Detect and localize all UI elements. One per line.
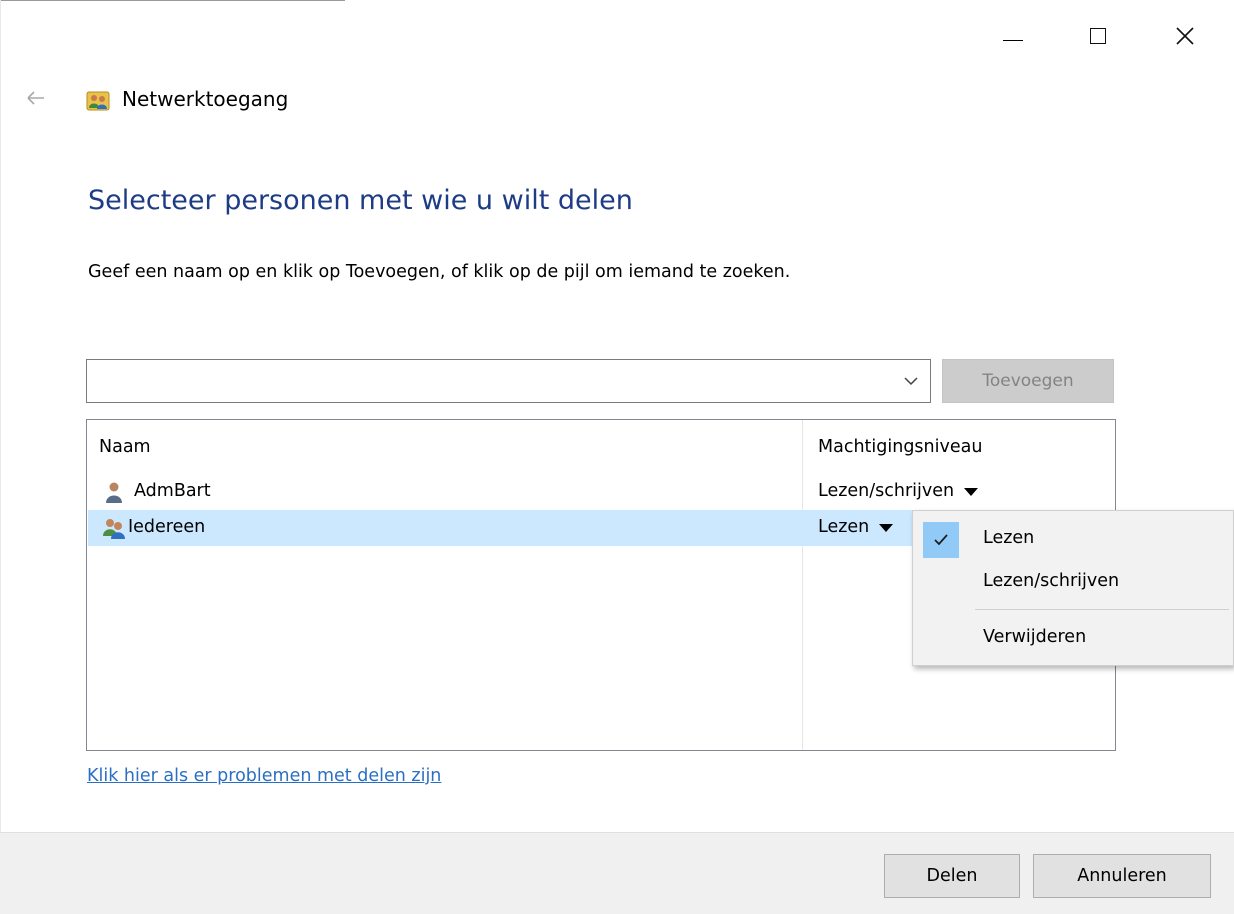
add-button[interactable]: Toevoegen [942,359,1114,403]
menu-item-label: Lezen/schrijven [983,571,1120,591]
menu-item-label: Verwijderen [983,627,1087,647]
close-icon [1176,27,1194,45]
menu-separator [975,609,1229,610]
name-input[interactable] [93,366,887,398]
column-divider [802,420,803,750]
cancel-button[interactable]: Annuleren [1033,854,1211,898]
back-arrow-icon[interactable] [24,86,48,110]
dialog-footer: Delen Annuleren [0,832,1234,914]
row-name: AdmBart [134,481,211,501]
window-title: Netwerktoegang [122,87,289,111]
dialog-heading: Selecteer personen met wie u wilt delen [88,185,633,216]
menu-item-lezen-schrijven[interactable]: Lezen/schrijven [913,559,1233,603]
user-icon [106,482,122,503]
column-header-name[interactable]: Naam [99,435,151,459]
name-combobox[interactable] [86,359,931,403]
permission-menu: Lezen Lezen/schrijven Verwijderen [912,510,1234,666]
list-row-iedereen[interactable]: Iedereen Lezen [88,510,914,546]
list-row-admbart[interactable]: AdmBart Lezen/schrijven [88,474,1114,510]
menu-item-verwijderen[interactable]: Verwijderen [913,615,1233,659]
row-name: Iedereen [128,517,206,537]
group-icon [103,519,125,539]
chevron-down-icon[interactable] [904,375,918,387]
permission-value: Lezen [818,517,870,537]
minimize-icon [1003,39,1023,41]
maximize-button[interactable] [1075,14,1121,58]
permission-dropdown[interactable]: Lezen [818,515,894,539]
menu-item-lezen[interactable]: Lezen [913,516,1233,560]
instruction-text: Geef een naam op en klik op Toevoegen, o… [88,262,791,282]
caret-down-icon [879,524,894,532]
close-button[interactable] [1162,14,1208,58]
permission-dropdown[interactable]: Lezen/schrijven [818,479,979,503]
share-button[interactable]: Delen [884,854,1020,898]
network-share-icon [86,91,110,111]
window-left-edge [0,0,1,914]
window-top-border [0,0,345,1]
caret-down-icon [964,488,979,496]
column-header-permission[interactable]: Machtigingsniveau [818,435,982,459]
permission-value: Lezen/schrijven [818,481,955,501]
checkmark-icon [923,522,959,558]
menu-item-label: Lezen [983,528,1035,548]
minimize-button[interactable] [990,14,1036,58]
help-link[interactable]: Klik hier als er problemen met delen zij… [87,764,441,788]
maximize-icon [1090,28,1106,44]
